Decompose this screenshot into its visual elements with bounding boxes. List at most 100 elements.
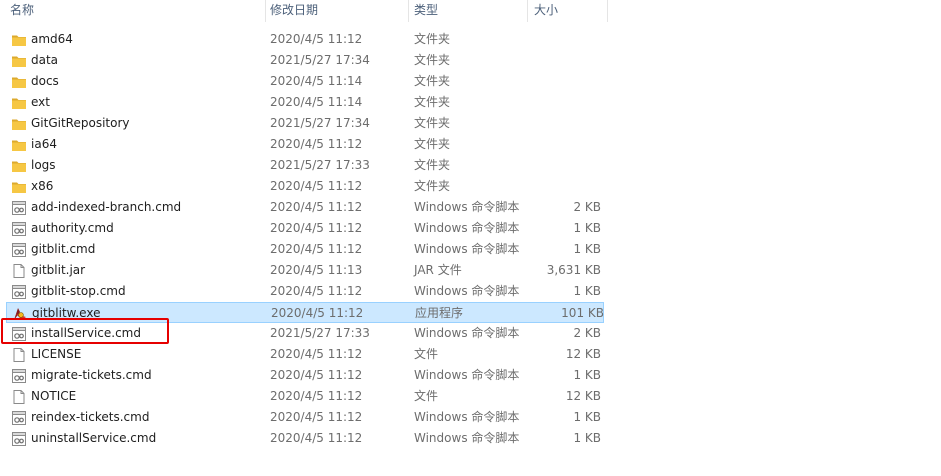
file-modified-date: 2020/4/5 11:12 (270, 242, 363, 256)
file-modified-date: 2020/4/5 11:12 (270, 284, 363, 298)
file-name: gitblitw.exe (32, 306, 101, 320)
file-modified-date: 2020/4/5 11:12 (270, 347, 363, 361)
file-row[interactable]: x86 2020/4/5 11:12 文件夹 (0, 176, 608, 197)
file-size: 2 KB (573, 200, 601, 214)
folder-icon (11, 95, 27, 111)
file-row[interactable]: NOTICE 2020/4/5 11:12 文件 12 KB (0, 386, 608, 407)
folder-icon (11, 53, 27, 69)
file-row[interactable]: LICENSE 2020/4/5 11:12 文件 12 KB (0, 344, 608, 365)
file-row[interactable]: reindex-tickets.cmd 2020/4/5 11:12 Windows… (0, 407, 608, 428)
file-row[interactable]: amd64 2020/4/5 11:12 文件夹 (0, 29, 608, 50)
file-name: gitblit-stop.cmd (31, 284, 126, 298)
file-name: authority.cmd (31, 221, 114, 235)
file-size: 2 KB (573, 326, 601, 340)
cmd-script-icon (11, 431, 27, 447)
file-name: logs (31, 158, 56, 172)
folder-icon (11, 74, 27, 90)
file-type: 文件夹 (414, 137, 451, 151)
file-modified-date: 2020/4/5 11:12 (270, 431, 363, 445)
file-row[interactable]: gitblit.cmd 2020/4/5 11:12 Windows 命令脚本 1 K… (0, 239, 608, 260)
file-size: 1 KB (573, 221, 601, 235)
file-name: uninstallService.cmd (31, 431, 157, 445)
column-header-bar: ^ 名称 修改日期 类型 大小 (0, 0, 608, 22)
file-modified-date: 2021/5/27 17:33 (270, 158, 370, 172)
file-row[interactable]: authority.cmd 2020/4/5 11:12 Windows 命令脚本 1… (0, 218, 608, 239)
file-modified-date: 2021/5/27 17:33 (270, 326, 370, 340)
file-name: add-indexed-branch.cmd (31, 200, 182, 214)
file-name: ia64 (31, 137, 57, 151)
file-type: Windows 命令脚本 (414, 431, 520, 445)
file-modified-date: 2020/4/5 11:12 (270, 137, 363, 151)
file-row[interactable]: logs 2021/5/27 17:33 文件夹 (0, 155, 608, 176)
file-name: LICENSE (31, 347, 82, 361)
file-name: reindex-tickets.cmd (31, 410, 150, 424)
file-row[interactable]: gitblit-stop.cmd 2020/4/5 11:12 Windows 命令… (0, 281, 608, 302)
file-icon (11, 389, 27, 405)
file-type: 文件夹 (414, 32, 451, 46)
file-type: Windows 命令脚本 (414, 284, 520, 298)
file-modified-date: 2020/4/5 11:12 (270, 32, 363, 46)
file-row[interactable]: installService.cmd 2021/5/27 17:33 Windows… (0, 323, 608, 344)
column-divider[interactable] (527, 0, 528, 22)
file-name: gitblit.cmd (31, 242, 96, 256)
file-name: migrate-tickets.cmd (31, 368, 152, 382)
column-header-name[interactable]: 名称 (6, 0, 266, 22)
file-type: 文件夹 (414, 179, 451, 193)
file-modified-date: 2020/4/5 11:14 (270, 95, 363, 109)
file-name: installService.cmd (31, 326, 141, 340)
file-name: GitGitRepository (31, 116, 130, 130)
folder-icon (11, 32, 27, 48)
file-row[interactable]: GitGitRepository 2021/5/27 17:34 文件夹 (0, 113, 608, 134)
file-modified-date: 2020/4/5 11:12 (270, 221, 363, 235)
cmd-script-icon (11, 410, 27, 426)
file-size: 1 KB (573, 410, 601, 424)
file-size: 101 KB (561, 306, 604, 320)
folder-icon (11, 137, 27, 153)
cmd-script-icon (11, 242, 27, 258)
file-type: 文件夹 (414, 95, 451, 109)
file-row[interactable]: data 2021/5/27 17:34 文件夹 (0, 50, 608, 71)
file-row[interactable]: add-indexed-branch.cmd 2020/4/5 11:12 Wind… (0, 197, 608, 218)
file-row[interactable]: migrate-tickets.cmd 2020/4/5 11:12 Windows… (0, 365, 608, 386)
file-modified-date: 2021/5/27 17:34 (270, 116, 370, 130)
file-size: 1 KB (573, 368, 601, 382)
file-name: amd64 (31, 32, 73, 46)
file-row[interactable]: ext 2020/4/5 11:14 文件夹 (0, 92, 608, 113)
cmd-script-icon (11, 368, 27, 384)
file-modified-date: 2020/4/5 11:12 (270, 389, 363, 403)
exe-app-icon (12, 306, 28, 322)
file-row[interactable]: gitblit.jar 2020/4/5 11:13 JAR 文件 3,631 KB (0, 260, 608, 281)
file-row[interactable]: uninstallService.cmd 2020/4/5 11:12 Window… (0, 428, 608, 449)
file-row[interactable]: gitblitw.exe 2020/4/5 11:12 应用程序 101 KB (6, 302, 604, 323)
column-header-size[interactable]: 大小 (530, 0, 607, 22)
file-type: 应用程序 (415, 306, 464, 320)
file-modified-date: 2020/4/5 11:12 (270, 179, 363, 193)
column-header-type[interactable]: 类型 (410, 0, 528, 22)
file-type: Windows 命令脚本 (414, 200, 520, 214)
file-row[interactable]: ia64 2020/4/5 11:12 文件夹 (0, 134, 608, 155)
file-size: 3,631 KB (546, 263, 601, 277)
file-type: 文件夹 (414, 116, 451, 130)
folder-icon (11, 158, 27, 174)
file-modified-date: 2020/4/5 11:12 (270, 410, 363, 424)
file-size: 12 KB (565, 389, 601, 403)
file-modified-date: 2020/4/5 11:13 (270, 263, 363, 277)
column-divider[interactable] (607, 0, 608, 22)
file-type: 文件夹 (414, 158, 451, 172)
file-type: Windows 命令脚本 (414, 410, 520, 424)
file-type: 文件夹 (414, 53, 451, 67)
file-type: Windows 命令脚本 (414, 242, 520, 256)
file-modified-date: 2020/4/5 11:12 (270, 368, 363, 382)
file-modified-date: 2020/4/5 11:14 (270, 74, 363, 88)
file-name: NOTICE (31, 389, 77, 403)
file-modified-date: 2021/5/27 17:34 (270, 53, 370, 67)
column-divider[interactable] (408, 0, 409, 22)
file-type: 文件夹 (414, 74, 451, 88)
file-icon (11, 263, 27, 279)
file-name: data (31, 53, 59, 67)
file-name: gitblit.jar (31, 263, 86, 277)
file-row[interactable]: docs 2020/4/5 11:14 文件夹 (0, 71, 608, 92)
cmd-script-icon (11, 326, 27, 342)
column-header-date[interactable]: 修改日期 (266, 0, 409, 22)
file-type: Windows 命令脚本 (414, 221, 520, 235)
